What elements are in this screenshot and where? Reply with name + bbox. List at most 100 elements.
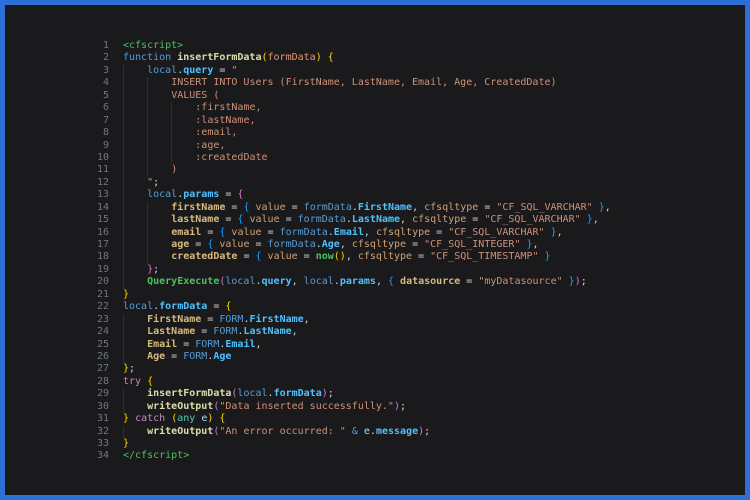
code-line: 28 try {	[5, 376, 745, 388]
code-token: datasource	[400, 276, 461, 288]
indent-guide	[123, 102, 147, 114]
line-number: 32	[96, 425, 109, 437]
code-token: writeOutput	[147, 400, 214, 412]
code-line: 21}	[5, 289, 745, 301]
code-token: ,	[303, 313, 310, 325]
code-token: Age	[147, 350, 166, 362]
code-token: params	[183, 189, 220, 201]
code-token: =	[412, 251, 431, 263]
code-text: :age,	[123, 140, 225, 152]
code-token: ;	[129, 363, 136, 375]
code-token: insertFormData	[147, 388, 232, 400]
code-line: 19 };	[5, 264, 745, 276]
code-token: =	[219, 189, 238, 201]
code-token: {	[147, 375, 154, 387]
code-editor-window: 1 <cfscript> 2 function insertFormData(form…	[0, 0, 750, 500]
indent-guide	[171, 152, 195, 164]
code-line: 9 :age,	[5, 140, 745, 152]
code-token: try	[123, 375, 142, 387]
code-token: "CF_SQL_VARCHAR"	[448, 226, 545, 238]
code-token: value	[231, 226, 262, 238]
indent-guide	[147, 90, 171, 102]
line-number: 6	[102, 102, 109, 114]
code-token: </cfscript>	[123, 450, 190, 462]
line-number: 14	[96, 201, 109, 213]
code-token: ()	[333, 251, 346, 263]
indent-guide	[147, 202, 171, 214]
code-line: 7 :lastName,	[5, 115, 745, 127]
code-token: ,	[291, 276, 304, 288]
code-token: catch	[135, 413, 166, 425]
code-token: ;	[153, 263, 160, 275]
code-editor[interactable]: 1 <cfscript> 2 function insertFormData(form…	[5, 5, 745, 495]
indent-guide	[171, 115, 195, 127]
code-text: <cfscript>	[123, 40, 183, 52]
code-token: formData	[303, 201, 352, 213]
code-text: lastName = { value = formData.LastName, …	[123, 214, 599, 226]
line-number: 28	[96, 375, 109, 387]
code-line: 15 lastName = { value = formData.LastNam…	[5, 214, 745, 226]
line-number: 20	[96, 276, 109, 288]
code-text: QueryExecute(local.query, local.params, …	[123, 276, 587, 288]
code-token: value	[249, 214, 280, 226]
code-token: =	[460, 276, 479, 288]
code-token: =	[261, 226, 280, 238]
code-token: ,	[592, 214, 599, 226]
code-token: VALUES (	[171, 89, 220, 101]
code-token: ,	[375, 276, 388, 288]
code-token: FirstName	[357, 201, 413, 213]
code-token: =	[213, 64, 232, 76]
indent-guide	[147, 77, 171, 89]
code-token: Email	[333, 226, 364, 238]
code-text: age = { value = formData.Age, cfsqltype …	[123, 239, 538, 251]
code-line: 6 :firstName,	[5, 102, 745, 114]
line-number: 10	[96, 151, 109, 163]
code-token: cfsqltype	[412, 214, 467, 226]
indent-guide	[123, 351, 147, 363]
code-text: ";	[123, 177, 159, 189]
code-text: writeOutput("Data inserted successfully.…	[123, 401, 406, 413]
code-token: =	[207, 301, 226, 313]
code-token: ,	[400, 214, 413, 226]
code-text: VALUES (	[123, 90, 219, 102]
indent-guide	[123, 115, 147, 127]
line-number: 13	[96, 189, 109, 201]
code-line: 27};	[5, 363, 745, 375]
code-token: ,	[556, 226, 563, 238]
code-token: local	[147, 189, 178, 201]
code-token: <cfscript>	[123, 40, 184, 51]
code-text: firstName = { value = formData.FirstName…	[123, 202, 611, 214]
code-line: 26 Age = FORM.Age	[5, 351, 745, 363]
code-token: =	[165, 350, 184, 362]
code-token: INSERT INTO Users (FirstName, LastName, …	[171, 77, 557, 89]
indent-guide	[147, 102, 171, 114]
indent-guide	[147, 214, 171, 226]
code-text: INSERT INTO Users (FirstName, LastName, …	[123, 77, 557, 89]
code-token: formData	[273, 388, 322, 400]
code-token: age	[171, 239, 190, 250]
code-text: try {	[123, 376, 153, 388]
indent-guide	[147, 164, 171, 176]
code-token: "CF_SQL_VARCHAR"	[484, 214, 581, 226]
code-token: ,	[363, 226, 376, 238]
code-line: 16 email = { value = formData.Email, cfs…	[5, 227, 745, 239]
code-token: {	[225, 301, 232, 313]
line-number: 18	[96, 251, 109, 263]
code-token: writeOutput	[147, 425, 214, 437]
code-token: =	[249, 239, 268, 250]
code-text: function insertFormData(formData) {	[123, 52, 334, 64]
code-text: :createdDate	[123, 152, 267, 164]
indent-guide	[123, 276, 147, 288]
indent-guide	[123, 214, 147, 226]
indent-guide	[123, 339, 147, 351]
code-token: any	[177, 413, 196, 425]
code-token: "CF_SQL_TIMESTAMP"	[430, 251, 539, 263]
code-token: ;	[400, 400, 407, 412]
code-token: ,	[255, 338, 262, 350]
code-token: formData	[267, 239, 316, 250]
code-text: :firstName,	[123, 102, 261, 114]
code-token: local	[237, 388, 268, 400]
code-token: ,	[291, 326, 298, 338]
code-token: Email	[225, 338, 256, 350]
indent-guide	[123, 65, 147, 77]
